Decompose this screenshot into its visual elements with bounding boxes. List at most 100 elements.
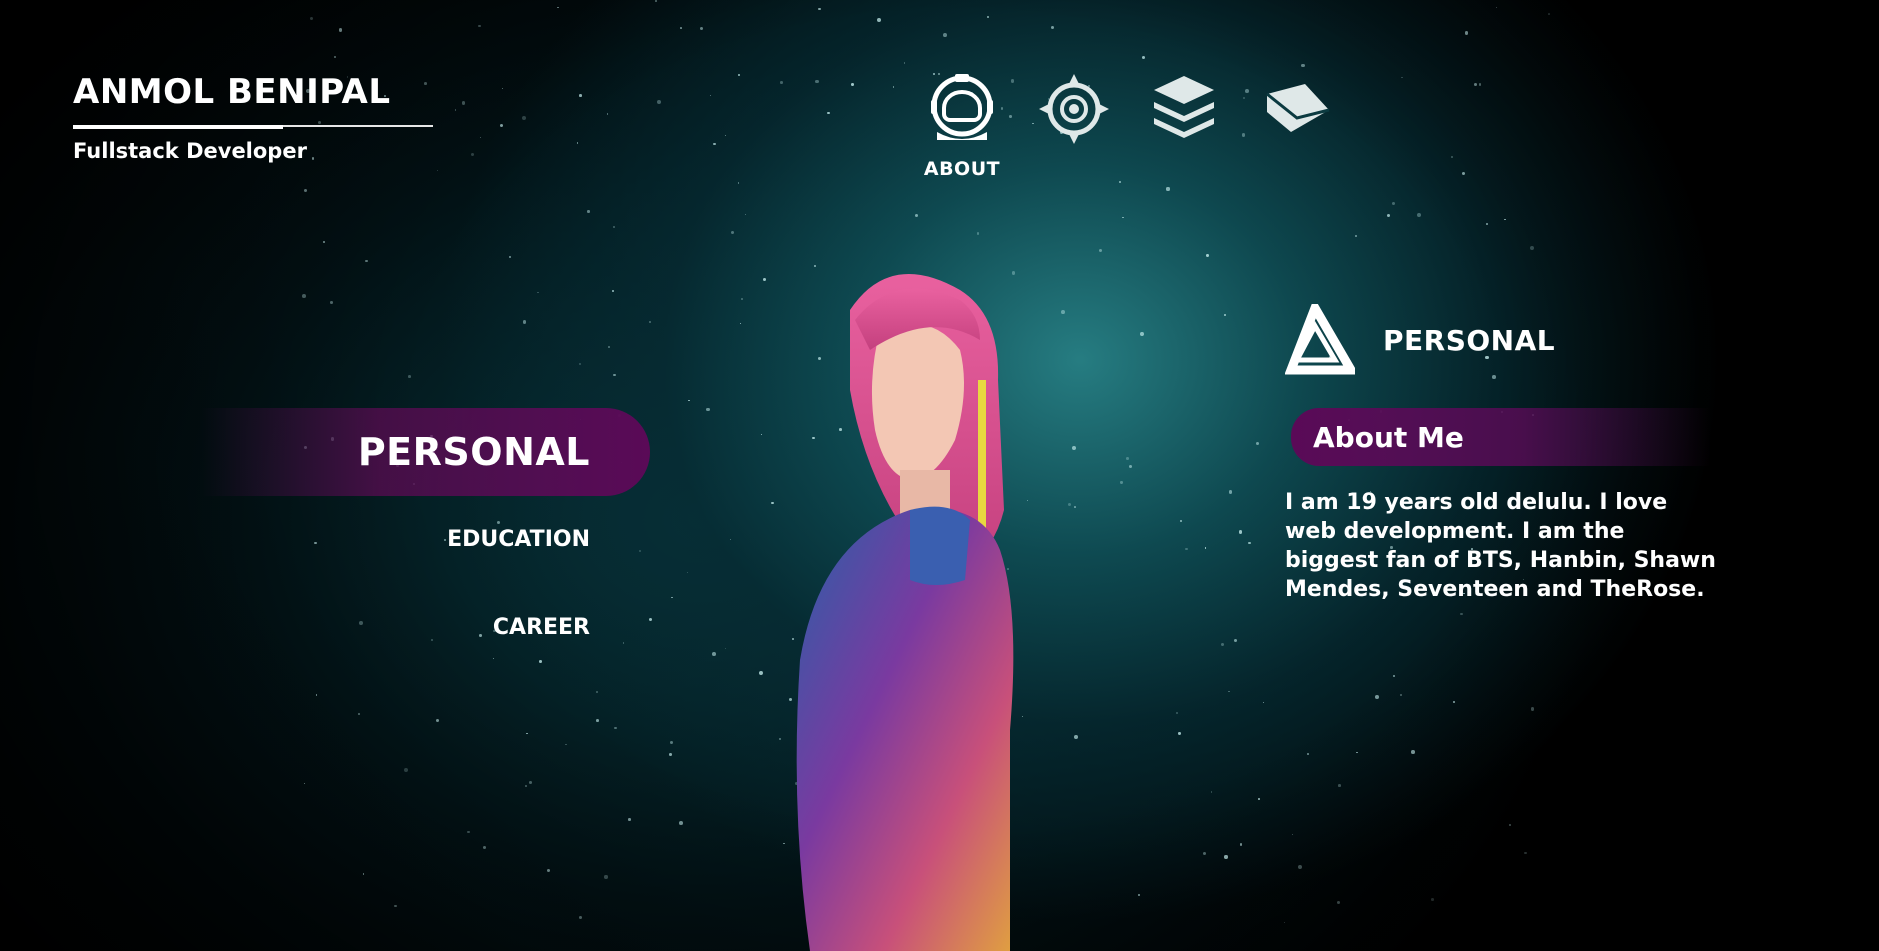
particle [1386,213,1390,217]
particle [1356,751,1358,754]
menu-item-career[interactable]: CAREER [300,615,590,640]
particle [338,28,343,32]
about-me-tab[interactable]: About Me [1291,408,1711,466]
particle [687,572,689,574]
particle [309,16,313,20]
particle [1478,83,1482,86]
particle [461,101,466,105]
particle [362,873,365,875]
particle [579,915,583,919]
particle [1239,842,1243,846]
particle [539,660,542,664]
top-navigation: ABOUT [922,72,1342,192]
particle [522,320,527,324]
particle [1530,707,1535,711]
particle [638,549,641,552]
particle [322,241,325,244]
particle [1416,212,1421,217]
particle [680,27,682,29]
particle [1400,694,1403,697]
particle [1461,171,1465,175]
particle [546,868,551,873]
particle [435,719,439,723]
impossible-triangle-icon [1285,304,1355,375]
particle [595,691,598,693]
particle [1464,31,1468,35]
nav-contact[interactable] [1258,72,1338,146]
particle [528,780,532,784]
particle [1204,547,1207,549]
particle [1210,791,1212,793]
particle [607,345,610,348]
particle [1508,823,1512,827]
particle [1178,732,1181,735]
particle [915,213,919,217]
particle [851,83,855,86]
particle [537,291,539,293]
particle [303,782,306,785]
particle [565,743,567,746]
nav-projects[interactable] [1144,72,1224,146]
particle [1450,155,1454,159]
particle [826,111,830,115]
particle [654,0,657,3]
particle [730,539,732,541]
layers-stack-icon [1154,76,1214,138]
particle [648,617,653,621]
envelope-icon [1266,84,1330,132]
particle [648,320,652,324]
particle [1248,541,1251,545]
particle [1223,314,1226,317]
particle [1338,784,1342,787]
particle [497,521,501,525]
particle [1206,254,1209,257]
brand-header: ANMOL BENIPAL Fullstack Developer [73,70,433,163]
particle [302,293,307,298]
particle [493,657,495,659]
particle [1375,695,1380,699]
particle [622,642,625,644]
particle [526,732,528,735]
particle [1460,612,1463,616]
nav-skills[interactable] [1034,72,1114,146]
particle [612,289,615,292]
particle [1306,752,1309,755]
particle [1336,900,1340,904]
particle [725,647,727,649]
particle [712,142,716,146]
particle [943,32,947,37]
particle [1548,13,1551,16]
particle [1504,218,1506,221]
particle [454,109,457,112]
particle [671,596,673,599]
character-illustration [796,274,1014,951]
particle [1401,77,1403,79]
particle [1291,833,1293,835]
particle [525,785,528,787]
target-eye-icon [1039,74,1109,144]
brand-name[interactable]: ANMOL BENIPAL [73,70,433,114]
particle [679,821,684,825]
particle [1495,6,1498,9]
particle [628,818,631,821]
particle [315,694,318,696]
particle [1142,55,1146,59]
menu-item-education[interactable]: EDUCATION [300,527,590,552]
particle [1300,63,1305,68]
particle [330,300,333,304]
particle [479,136,482,139]
particle [436,169,439,172]
particle [1255,441,1260,445]
particle [1224,855,1228,859]
about-me-title: About Me [1313,420,1464,454]
menu-item-personal[interactable]: PERSONAL [200,408,650,496]
particle [1228,690,1230,693]
particle [711,651,716,656]
particle [1392,201,1396,205]
particle [737,182,740,184]
particle [1258,798,1261,801]
particle [556,6,559,9]
particle [579,94,582,97]
particle [739,322,741,324]
nav-about[interactable]: ABOUT [922,72,1002,180]
